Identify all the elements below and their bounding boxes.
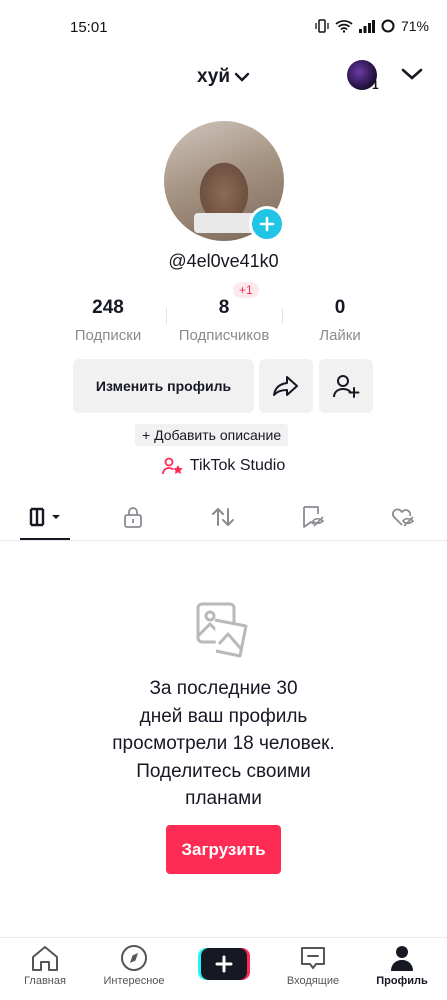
likes-count: 0 — [334, 297, 346, 318]
home-icon — [32, 946, 58, 971]
plus-icon — [215, 955, 233, 973]
following-label: Подписки — [74, 327, 142, 344]
new-followers-badge: +1 — [233, 282, 259, 298]
nav-home-label: Главная — [24, 975, 66, 987]
inbox-icon — [301, 947, 325, 969]
status-bar: 15:01 71% — [0, 0, 447, 56]
nav-explore[interactable]: Интересное — [89, 944, 179, 987]
status-icons: 71% — [315, 18, 429, 34]
create-button[interactable] — [198, 948, 250, 980]
profile-icon — [391, 946, 413, 971]
compass-icon — [121, 945, 147, 971]
nav-explore-label: Интересное — [103, 975, 165, 987]
chevron-down-icon[interactable] — [400, 66, 424, 82]
studio-user-icon — [161, 457, 183, 475]
wifi-icon — [335, 20, 353, 33]
signal-icon — [358, 19, 375, 33]
followers-stat[interactable]: 8 Подписчиков — [166, 282, 282, 344]
chevron-down-icon — [234, 72, 250, 82]
followers-count: 8 — [218, 297, 230, 318]
nav-profile[interactable]: Профиль — [357, 944, 447, 987]
edit-profile-button[interactable]: Изменить профиль — [73, 359, 254, 413]
likes-label: Лайки — [319, 327, 361, 344]
tab-private[interactable] — [108, 503, 158, 531]
heart-eye-icon — [392, 508, 415, 527]
profile-handle: @4el0ve41k0 — [168, 251, 279, 271]
tab-videos[interactable] — [20, 503, 70, 531]
following-stat[interactable]: 248 Подписки — [50, 282, 166, 344]
likes-stat[interactable]: 0 Лайки — [282, 282, 398, 344]
profile-stats: 248 Подписки 8 Подписчиков +1 0 Лайки — [50, 282, 397, 346]
tab-liked[interactable] — [378, 503, 428, 531]
add-friends-button[interactable] — [319, 359, 373, 413]
photos-icon — [196, 602, 248, 658]
profile-header: хуй 1 — [0, 58, 447, 102]
notification-count: 1 — [372, 78, 379, 92]
empty-state-message: За последние 30 дней ваш профиль просмот… — [112, 678, 335, 809]
followers-label: Подписчиков — [178, 327, 270, 344]
battery-circle-icon — [381, 19, 395, 33]
profile-tabs — [0, 495, 447, 541]
tab-favorites[interactable] — [288, 503, 338, 531]
studio-label: TikTok Studio — [189, 457, 286, 474]
following-count: 248 — [92, 297, 124, 318]
lock-icon — [124, 507, 142, 528]
add-user-icon — [333, 375, 360, 398]
add-avatar-button[interactable] — [249, 206, 285, 242]
tab-reposts[interactable] — [198, 503, 248, 531]
username: хуй — [196, 66, 231, 87]
account-switcher[interactable]: хуй — [197, 66, 250, 88]
share-icon — [273, 376, 298, 396]
share-profile-button[interactable] — [259, 359, 313, 413]
status-time: 15:01 — [70, 19, 108, 36]
nav-inbox[interactable]: Входящие — [268, 944, 358, 987]
repost-icon — [212, 508, 234, 526]
bottom-navigation: Главная Интересное Входящие Профиль — [0, 937, 447, 1000]
grid-icon — [29, 507, 60, 527]
battery-level: 71% — [400, 18, 429, 34]
tiktok-studio-link[interactable]: TikTok Studio — [0, 457, 447, 475]
nav-profile-label: Профиль — [376, 975, 428, 987]
vibrate-icon — [315, 19, 329, 33]
add-description-button[interactable]: + Добавить описание — [135, 424, 289, 446]
bookmark-eye-icon — [303, 506, 325, 528]
nav-inbox-label: Входящие — [286, 975, 340, 987]
nav-home[interactable]: Главная — [0, 944, 90, 987]
upload-button[interactable]: Загрузить — [166, 825, 281, 874]
active-tab-indicator — [20, 538, 70, 540]
plus-icon — [259, 216, 275, 232]
